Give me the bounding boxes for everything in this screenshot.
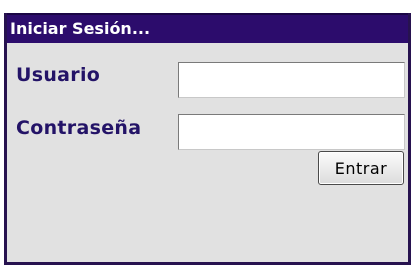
username-label: Usuario bbox=[16, 64, 101, 86]
submit-button[interactable]: Entrar bbox=[318, 151, 404, 185]
password-label: Contraseña bbox=[16, 117, 142, 139]
login-title: Iniciar Sesión... bbox=[7, 13, 408, 43]
password-input[interactable] bbox=[178, 114, 405, 150]
username-input[interactable] bbox=[178, 62, 405, 98]
login-panel: Iniciar Sesión... Usuario Contraseña Ent… bbox=[4, 13, 411, 265]
